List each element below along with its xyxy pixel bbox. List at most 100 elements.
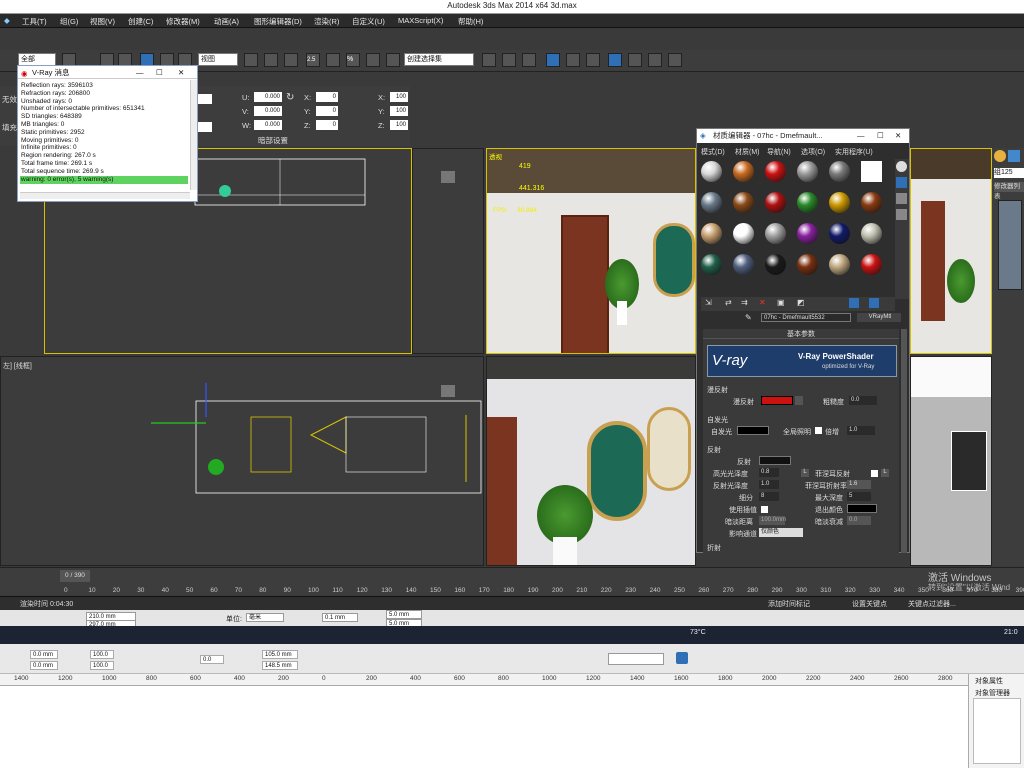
viewport-perspective-label[interactable]: 透视 [489, 151, 502, 161]
viewport-camera[interactable] [486, 356, 696, 566]
material-sample-slot[interactable] [765, 161, 786, 182]
reflect-color-swatch[interactable] [759, 456, 791, 465]
gi-checkbox[interactable] [815, 427, 822, 434]
roughness-field[interactable]: 0.0 [849, 396, 877, 405]
material-name-field[interactable]: 07hc - Dmefmault5532 [761, 313, 851, 322]
render-setup-icon[interactable] [628, 53, 642, 67]
material-sample-slot[interactable] [861, 161, 882, 182]
mirror-icon[interactable] [482, 53, 496, 67]
mult-field[interactable]: 1.0 [847, 426, 875, 435]
mat-menu-utilities[interactable]: 实用程序(U) [835, 147, 873, 157]
keyboard-shortcut-icon[interactable] [284, 53, 298, 67]
snaps-toggle-icon[interactable]: 2.5 [306, 53, 320, 67]
mat-close-icon[interactable]: ✕ [895, 129, 901, 143]
percent-snap-icon[interactable]: % [346, 53, 360, 67]
pivot-icon[interactable] [244, 53, 258, 67]
object-manager-tab[interactable]: 对象管理器 [975, 688, 1010, 698]
menu-views[interactable]: 视图(V) [90, 16, 115, 27]
selfillum-color-swatch[interactable] [737, 426, 769, 435]
modifier-list[interactable]: 修改器列表 [994, 182, 1024, 200]
exit-color-swatch[interactable] [847, 504, 877, 513]
units-select[interactable]: 毫米 [246, 613, 284, 622]
duplicate-x-field[interactable]: 5.0 mm [386, 610, 422, 619]
fresnel-checkbox[interactable] [871, 470, 878, 477]
material-sample-slot[interactable] [861, 192, 882, 213]
affect-channels-select[interactable]: 仅颜色 [759, 528, 803, 537]
menu-help[interactable]: 帮助(H) [458, 16, 483, 27]
schematic-view-icon[interactable] [586, 53, 600, 67]
rotation-field[interactable]: 0.0 [200, 655, 224, 664]
menu-graph-editors[interactable]: 图形编辑器(D) [254, 16, 302, 27]
close-icon[interactable]: ✕ [178, 66, 184, 79]
u-offset-field[interactable]: 0.000 [254, 92, 282, 102]
viewcube-icon[interactable] [441, 171, 455, 183]
mat-maximize-icon[interactable]: ☐ [877, 129, 884, 143]
viewport-camera-right[interactable] [910, 356, 992, 566]
spinner-snap-icon[interactable] [366, 53, 380, 67]
size-x-field[interactable]: 105.0 mm [262, 650, 298, 659]
material-sample-slot[interactable] [797, 192, 818, 213]
key-filters-button[interactable]: 关键点过滤器... [908, 599, 956, 609]
object-name-field[interactable]: 组125 [994, 168, 1024, 178]
uv-tiling-icon[interactable] [896, 209, 907, 220]
mat-menu-mode[interactable]: 模式(D) [701, 147, 725, 157]
dim-falloff-field[interactable]: 0.0 [847, 516, 871, 525]
fresnel-ior-field[interactable]: 1.6 [847, 480, 871, 489]
z-rot-field[interactable]: 0 [316, 120, 338, 130]
viewport-left[interactable]: 左] [线框] [0, 356, 484, 566]
mat-minimize-icon[interactable]: — [857, 129, 865, 143]
dim-dist-field[interactable]: 100.0mm [759, 516, 786, 525]
max-depth-field[interactable]: 5 [847, 492, 871, 501]
mat-menu-options[interactable]: 选项(O) [801, 147, 825, 157]
vray-hscrollbar[interactable] [20, 192, 190, 199]
rendered-frame-window-icon[interactable] [648, 53, 662, 67]
viewport-perspective[interactable]: 透视 419 441.316 FPS: 30.894 [486, 148, 696, 354]
nudge-field[interactable]: 0.1 mm [322, 613, 358, 622]
spinner-1[interactable] [198, 94, 212, 104]
modify-tab-icon[interactable] [1008, 150, 1020, 162]
material-sample-slot[interactable] [701, 192, 722, 213]
drawing-canvas[interactable] [0, 686, 968, 768]
scale-pct-x-field[interactable]: 100.0 [90, 650, 114, 659]
hl-lock-button[interactable]: L [801, 469, 809, 477]
vray-scrollbar[interactable] [190, 80, 197, 190]
material-sample-slot[interactable] [701, 254, 722, 275]
background-icon[interactable] [896, 193, 907, 204]
material-sample-slot[interactable] [861, 223, 882, 244]
object-tree[interactable] [973, 698, 1021, 764]
time-slider[interactable]: 0 / 390 [60, 570, 90, 582]
reference-coord-select[interactable]: 视图 [198, 53, 238, 66]
material-sample-slot[interactable] [765, 223, 786, 244]
edit-named-selection-icon[interactable] [386, 53, 400, 67]
assign-icon[interactable]: ⇉ [741, 298, 748, 307]
outline-select[interactable] [608, 653, 664, 665]
add-time-tag[interactable]: 添加时间标记 [768, 599, 810, 609]
material-sample-slot[interactable] [733, 192, 754, 213]
rollout-title[interactable]: 基本参数 [703, 329, 899, 339]
material-sample-slot[interactable] [701, 161, 722, 182]
material-sample-slot[interactable] [733, 223, 754, 244]
material-sample-slot[interactable] [701, 223, 722, 244]
x-rot-field[interactable]: 0 [316, 92, 338, 102]
material-sample-slot[interactable] [829, 192, 850, 213]
unique-icon[interactable]: ◩ [797, 298, 805, 307]
material-sample-slot[interactable] [797, 161, 818, 182]
show-map-icon[interactable] [849, 298, 859, 308]
interp-checkbox[interactable] [761, 506, 768, 513]
maximize-icon[interactable]: ☐ [156, 66, 163, 79]
scale-x-field[interactable]: 100 [390, 92, 408, 102]
show-end-result-icon[interactable] [869, 298, 879, 308]
rollout-scrollbar[interactable] [901, 329, 907, 553]
minimize-icon[interactable]: — [136, 66, 144, 79]
scale-z-field[interactable]: 100 [390, 120, 408, 130]
backlight-icon[interactable] [896, 177, 907, 188]
angle-snap-icon[interactable] [326, 53, 340, 67]
menu-group[interactable]: 组(G) [60, 16, 78, 27]
select-manipulate-icon[interactable] [264, 53, 278, 67]
size-y-field[interactable]: 148.5 mm [262, 661, 298, 670]
material-sample-slot[interactable] [829, 254, 850, 275]
menu-animation[interactable]: 动画(A) [214, 16, 239, 27]
named-selection-set[interactable]: 创建选择集 [404, 53, 474, 66]
material-sample-slot[interactable] [829, 223, 850, 244]
material-sample-slot[interactable] [861, 254, 882, 275]
